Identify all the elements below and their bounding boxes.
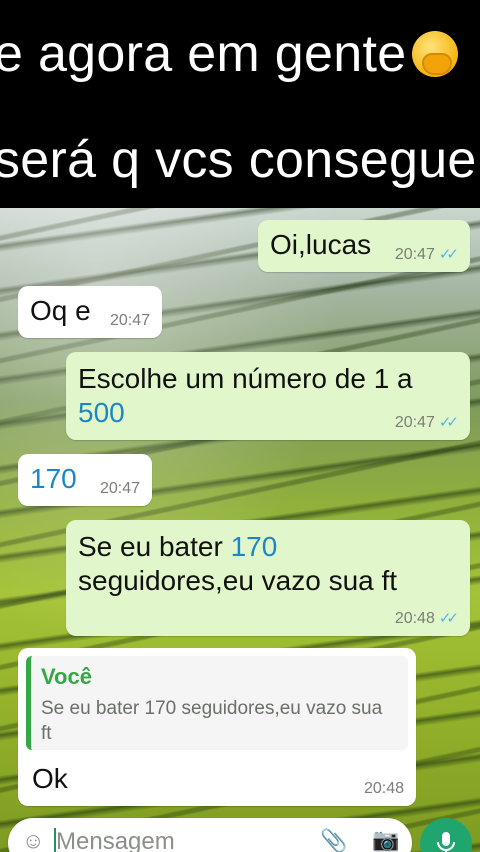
- message-time: 20:47: [394, 246, 435, 263]
- quoted-author: Você: [41, 664, 92, 689]
- message-meta: 20:48 ✓✓: [394, 610, 459, 628]
- message-text-line-1: Escolhe um número de 1 a: [78, 363, 413, 394]
- message-text: Oi,lucas: [270, 229, 372, 260]
- message-meta: 20:47 ✓✓: [394, 414, 459, 432]
- message-number-link[interactable]: 500: [78, 396, 413, 430]
- message-incoming[interactable]: 170 20:47: [18, 454, 152, 506]
- quoted-text: Se eu bater 170 seguidores,eu vazo sua f…: [41, 698, 383, 744]
- video-caption: e agora em gente será q vcs conseguen: [0, 0, 480, 208]
- message-text-line-1: Se eu bater 170: [78, 530, 397, 564]
- message-text-line-2: seguidores,eu vazo sua ft: [78, 565, 398, 596]
- message-outgoing[interactable]: Oi,lucas 20:47 ✓✓: [258, 220, 470, 272]
- double-check-icon: ✓✓: [438, 246, 459, 263]
- message-text: Se eu bater 170 seguidores,eu vazo sua f…: [78, 530, 397, 598]
- message-meta: 20:47 ✓✓: [394, 246, 459, 264]
- message-meta: 20:47: [100, 480, 140, 498]
- camera-icon[interactable]: 📷: [372, 827, 399, 852]
- quoted-message[interactable]: Você Se eu bater 170 seguidores,eu vazo …: [26, 656, 408, 750]
- message-time: 20:48: [363, 780, 404, 797]
- double-check-icon: ✓✓: [438, 414, 459, 431]
- message-text: Escolhe um número de 1 a 500: [78, 362, 413, 430]
- message-time: 20:48: [394, 610, 435, 627]
- message-composer[interactable]: ☺ Mensagem 📎 📷: [8, 818, 412, 852]
- message-text: Oq e: [30, 295, 91, 326]
- message-outgoing[interactable]: Se eu bater 170 seguidores,eu vazo sua f…: [66, 520, 470, 636]
- paperclip-icon[interactable]: 📎: [320, 828, 347, 852]
- message-outgoing[interactable]: Escolhe um número de 1 a 500 20:47 ✓✓: [66, 352, 470, 440]
- message-meta: 20:48: [364, 780, 404, 798]
- message-text-part: Se eu bater: [78, 531, 231, 562]
- emoji-icon[interactable]: ☺: [22, 828, 44, 852]
- message-time: 20:47: [99, 480, 140, 497]
- caption-line-1: e agora em gente: [0, 24, 459, 84]
- message-text: Ok: [32, 763, 68, 794]
- message-input[interactable]: Mensagem: [56, 828, 175, 852]
- message-time: 20:47: [394, 414, 435, 431]
- face-with-hand-over-mouth-icon: [412, 31, 459, 77]
- microphone-icon: [437, 832, 455, 852]
- message-time: 20:47: [109, 312, 150, 329]
- double-check-icon: ✓✓: [438, 610, 459, 627]
- message-number-link[interactable]: 170: [231, 531, 278, 562]
- caption-text-1: e agora em gente: [0, 25, 407, 83]
- caption-line-2: será q vcs conseguen: [0, 131, 480, 189]
- message-incoming[interactable]: Oq e 20:47: [18, 286, 162, 338]
- message-meta: 20:47: [110, 312, 150, 330]
- message-number-link[interactable]: 170: [30, 462, 77, 496]
- message-incoming-reply[interactable]: Você Se eu bater 170 seguidores,eu vazo …: [18, 648, 416, 806]
